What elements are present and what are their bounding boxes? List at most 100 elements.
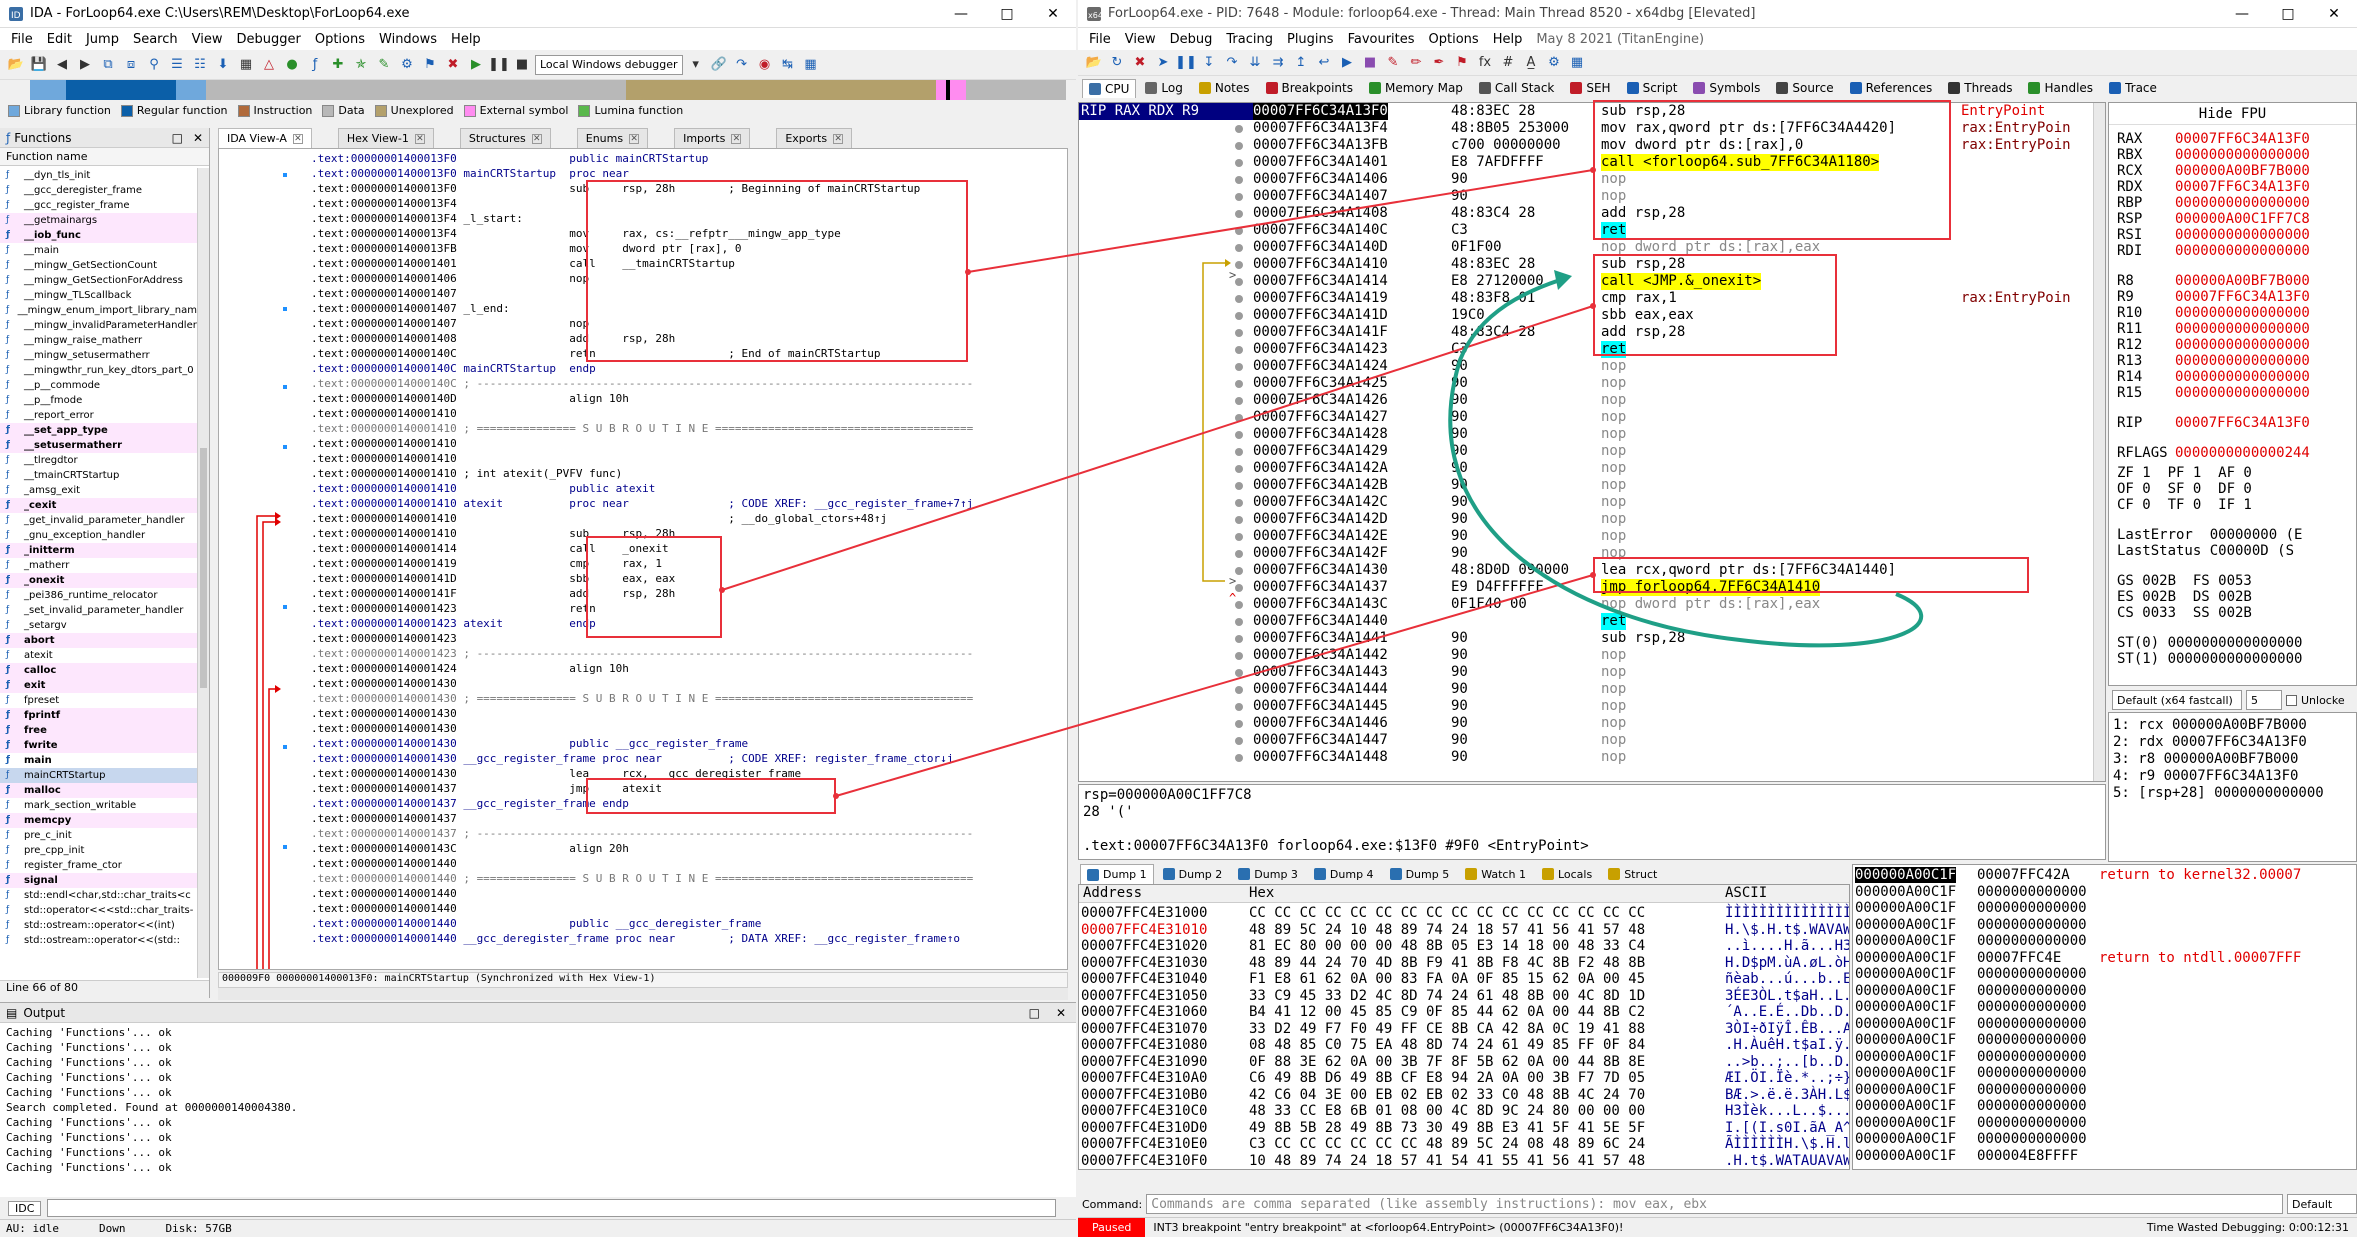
function-item[interactable]: ƒ _initterm [0, 543, 197, 558]
disasm-line[interactable]: .text:0000000140001410 ; int atexit(_PVF… [311, 466, 622, 481]
disasm-line[interactable]: .text:0000000140001410 [311, 406, 457, 421]
breakpoint-dot[interactable] [1235, 363, 1243, 371]
function-item[interactable]: ƒ _onexit [0, 573, 197, 588]
label-icon[interactable]: ✒ [1429, 53, 1449, 73]
close-debuggee-icon[interactable]: ✖ [1130, 53, 1150, 73]
dump-hex-header[interactable]: Hex [1249, 885, 1274, 901]
register-rax[interactable]: RAX 00007FF6C34A13F0 [2117, 131, 2310, 147]
breakpoint-dot[interactable] [1235, 703, 1243, 711]
stack-row[interactable]: 000000A00C1F 0000000000000 [1853, 966, 2356, 982]
function-item[interactable]: ƒ __tmainCRTStartup [0, 468, 197, 483]
x64dbg-tab-references[interactable]: References [1843, 78, 1940, 98]
cpu-row[interactable]: 00007FF6C34A1440 ret [1079, 613, 2105, 630]
func-icon[interactable]: ƒ [305, 55, 325, 75]
breakpoint-dot[interactable] [1235, 652, 1243, 660]
back-icon[interactable]: ◀ [52, 55, 72, 75]
menu-item-5[interactable]: Favourites [1341, 32, 1422, 47]
attach-icon[interactable]: 🔗 [709, 55, 729, 75]
stack-pane[interactable]: 000000A00C1F 00007FFC42A return to kernel3… [1852, 864, 2357, 1170]
debugger-select[interactable]: Local Windows debugger [535, 54, 683, 75]
menu-item-view[interactable]: View [185, 32, 230, 47]
register-r11[interactable]: R11 0000000000000000 [2117, 321, 2310, 337]
breakpoint-dot[interactable] [1235, 448, 1243, 456]
breakpoint-dot[interactable] [1235, 125, 1243, 133]
minimize-icon[interactable]: — [2219, 0, 2265, 28]
function-item[interactable]: ƒ __getmainargs [0, 213, 197, 228]
function-item[interactable]: ƒ __mingw_setusermatherr [0, 348, 197, 363]
stack-row[interactable]: 000000A00C1F 00007FFC4E return to ntdll.00… [1853, 950, 2356, 966]
register-r13[interactable]: R13 0000000000000000 [2117, 353, 2310, 369]
enum-icon[interactable]: ✎ [374, 55, 394, 75]
struct-icon[interactable]: ✯ [351, 55, 371, 75]
x64dbg-tab-log[interactable]: Log [1138, 78, 1189, 98]
stack-row[interactable]: 000000A00C1F 0000000000000 [1853, 1115, 2356, 1131]
save-icon[interactable]: 💾 [29, 55, 49, 75]
disasm-line[interactable]: .text:0000000140001430 public __gcc_regi… [311, 736, 748, 751]
function-item[interactable]: ƒ __mingwthr_run_key_dtors_part_0 [0, 363, 197, 378]
breakpoint-dot[interactable] [1235, 533, 1243, 541]
delete-icon[interactable]: ✖ [443, 55, 463, 75]
cpu-row[interactable]: 00007FF6C34A1428 90 nop [1079, 426, 2105, 443]
breakpoint-dot[interactable] [1235, 193, 1243, 201]
function-item[interactable]: ƒ __mingw_TLScallback [0, 288, 197, 303]
menu-item-jump[interactable]: Jump [79, 32, 126, 47]
breakpoint-dot[interactable] [1235, 465, 1243, 473]
tab-ida-view-a[interactable]: IDA View-A ✕ [218, 128, 312, 148]
x64dbg-tab-script[interactable]: Script [1620, 78, 1685, 98]
function-item[interactable]: ƒ __p__fmode [0, 393, 197, 408]
breakpoint-dot[interactable] [1235, 584, 1243, 592]
record-icon[interactable]: ● [282, 55, 302, 75]
idc-label[interactable]: IDC [8, 1200, 42, 1216]
bookmark-icon[interactable]: ⚑ [420, 55, 440, 75]
disasm-line[interactable]: .text:0000000140001423 [311, 631, 457, 646]
function-item[interactable]: ƒ _cexit [0, 498, 197, 513]
tab-close-icon[interactable]: ✕ [629, 133, 640, 144]
tab-close-icon[interactable]: ✕ [414, 133, 425, 144]
window-icon[interactable]: ▦ [801, 55, 821, 75]
call-argument[interactable]: 4: r9 00007FF6C34A13F0 [2113, 768, 2298, 784]
dump-tab-dump-4[interactable]: Dump 4 [1307, 864, 1381, 884]
function-item[interactable]: ƒ _gnu_exception_handler [0, 528, 197, 543]
register-rbx[interactable]: RBX 0000000000000000 [2117, 147, 2310, 163]
disasm-line[interactable]: .text:00000001400013F0 public mainCRTSta… [311, 151, 708, 166]
search-text-icon[interactable]: ☰ [167, 55, 187, 75]
menu-item-0[interactable]: File [1082, 32, 1118, 47]
breakpoint-dot[interactable] [1235, 261, 1243, 269]
function-item[interactable]: ƒ __gcc_deregister_frame [0, 183, 197, 198]
pause-icon[interactable]: ❚❚ [1175, 53, 1197, 73]
register-rbp[interactable]: RBP 0000000000000000 [2117, 195, 2310, 211]
breakpoint-dot[interactable] [1235, 601, 1243, 609]
disasm-line[interactable]: .text:0000000140001440 [311, 901, 457, 916]
function-item[interactable]: ƒ std::endl<char,std::char_traits<c [0, 888, 197, 903]
tab-close-icon[interactable]: ✕ [731, 133, 742, 144]
breakpoint-dot[interactable] [1235, 159, 1243, 167]
disasm-line[interactable]: .text:0000000140001440 [311, 856, 457, 871]
breakpoint-dot[interactable] [1235, 295, 1243, 303]
copy-icon[interactable]: ⧉ [98, 55, 118, 75]
disasm-line[interactable]: .text:0000000140001430 [311, 676, 457, 691]
maximize-icon[interactable]: □ [2265, 0, 2311, 28]
tab-hex-view-1[interactable]: Hex View-1 ✕ [337, 128, 434, 148]
function-item[interactable]: ƒ _set_invalid_parameter_handler [0, 603, 197, 618]
tab-close-icon[interactable]: ✕ [531, 133, 542, 144]
calling-convention-select[interactable]: Default (x64 fastcall) [2112, 690, 2242, 710]
unlocked-checkbox[interactable] [2286, 694, 2297, 706]
disasm-line[interactable]: .text:0000000140001430 ; ===============… [311, 691, 973, 706]
flags-row[interactable]: OF 0 SF 0 DF 0 [2117, 481, 2252, 497]
call-argument[interactable]: 3: r8 000000A00BF7B000 [2113, 751, 2298, 767]
minimize-icon[interactable]: — [938, 0, 984, 28]
disasm-line[interactable]: .text:0000000140001423 ; ---------------… [311, 646, 973, 661]
function-item[interactable]: ƒ mainCRTStartup [0, 768, 197, 783]
breakpoint-icon[interactable]: ◉ [755, 55, 775, 75]
menu-item-edit[interactable]: Edit [40, 32, 79, 47]
breakpoint-dot[interactable] [1235, 414, 1243, 422]
x64dbg-tab-memory-map[interactable]: Memory Map [1362, 78, 1470, 98]
dump-tab-dump-2[interactable]: Dump 2 [1156, 864, 1230, 884]
arg-count-select[interactable]: 5 [2246, 690, 2282, 710]
close-icon[interactable]: ✕ [2311, 0, 2357, 28]
tab-enums[interactable]: Enums ✕ [576, 128, 649, 148]
step-into-icon[interactable]: ↧ [1199, 53, 1219, 73]
open-icon[interactable]: 📂 [1084, 53, 1104, 73]
menu-item-4[interactable]: Plugins [1280, 32, 1341, 47]
scylla-icon[interactable]: ■ [1360, 53, 1380, 73]
